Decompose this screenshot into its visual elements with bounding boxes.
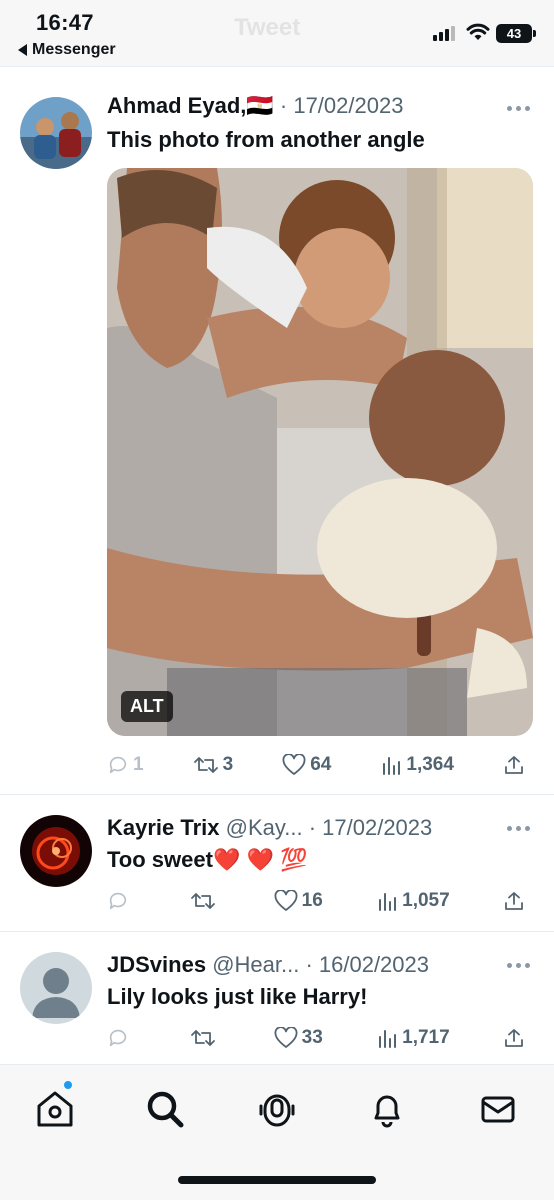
reply-count: 1 bbox=[133, 754, 144, 775]
retweet-icon bbox=[191, 1030, 216, 1046]
views-button[interactable]: 1,364 bbox=[380, 754, 454, 776]
retweet-icon bbox=[193, 757, 218, 773]
tweet[interactable]: Kayrie Trix @Kay... · 17/02/2023 Too swe… bbox=[0, 795, 554, 932]
bell-icon bbox=[374, 1095, 400, 1128]
tweet-date: · 16/02/2023 bbox=[305, 952, 429, 977]
author-handle[interactable]: @Hear... bbox=[212, 952, 299, 977]
back-to-messenger-link[interactable]: Messenger bbox=[18, 41, 116, 59]
retweet-icon bbox=[191, 893, 216, 909]
tweet-actions: 33 1,717 bbox=[107, 1023, 533, 1053]
reply-icon bbox=[109, 892, 127, 910]
tweet-text: Lily looks just like Harry! bbox=[107, 984, 368, 1009]
heart-icon bbox=[274, 890, 298, 911]
tweet[interactable]: Ahmad Eyad,🇪🇬 · 17/02/2023 This photo fr… bbox=[0, 66, 554, 795]
battery-icon: 43 bbox=[496, 24, 536, 43]
wifi-icon bbox=[466, 23, 490, 40]
tweet-header: JDSvines @Hear... · 16/02/2023 bbox=[107, 952, 429, 978]
analytics-icon bbox=[379, 893, 397, 911]
share-icon bbox=[505, 1029, 523, 1047]
like-count: 16 bbox=[301, 890, 323, 911]
like-count: 33 bbox=[301, 1027, 323, 1048]
share-button[interactable] bbox=[503, 754, 533, 776]
author-handle[interactable]: @Kay... bbox=[226, 815, 303, 840]
like-button[interactable]: 33 bbox=[274, 1027, 323, 1049]
header-title: Tweet bbox=[234, 14, 301, 41]
analytics-icon bbox=[379, 1030, 397, 1048]
tweet-text: This photo from another angle bbox=[107, 127, 425, 152]
more-options-icon[interactable] bbox=[507, 963, 530, 968]
nav-search[interactable] bbox=[143, 1087, 187, 1131]
avatar[interactable] bbox=[20, 97, 92, 169]
author-name[interactable]: Ahmad Eyad,🇪🇬 bbox=[107, 93, 274, 118]
nav-messages[interactable] bbox=[476, 1087, 520, 1131]
nav-home[interactable] bbox=[33, 1087, 77, 1131]
reply-button[interactable]: 1 bbox=[107, 754, 144, 776]
tweet-date: · 17/02/2023 bbox=[308, 815, 433, 840]
tweet-text: Too sweet❤️ ❤️ 💯 bbox=[107, 847, 308, 872]
view-count: 1,364 bbox=[406, 754, 454, 775]
retweet-button[interactable] bbox=[190, 890, 220, 912]
like-button[interactable]: 16 bbox=[274, 890, 323, 912]
tweet-actions: 1 3 64 1,364 bbox=[107, 750, 533, 780]
like-button[interactable]: 64 bbox=[282, 754, 331, 776]
clock: 16:47 bbox=[36, 10, 94, 35]
home-indicator[interactable] bbox=[178, 1176, 376, 1184]
more-options-icon[interactable] bbox=[507, 826, 530, 831]
search-icon bbox=[147, 1091, 184, 1128]
share-icon bbox=[505, 756, 523, 774]
alt-text-badge[interactable]: ALT bbox=[121, 691, 173, 722]
spaces-icon bbox=[259, 1094, 295, 1127]
back-arrow-icon bbox=[18, 44, 27, 56]
reply-icon bbox=[109, 756, 127, 774]
heart-icon bbox=[282, 754, 306, 775]
mail-icon bbox=[481, 1096, 515, 1123]
tweet-header: Ahmad Eyad,🇪🇬 · 17/02/2023 bbox=[107, 93, 403, 119]
avatar[interactable] bbox=[20, 952, 92, 1024]
tweet-header: Kayrie Trix @Kay... · 17/02/2023 bbox=[107, 815, 432, 841]
status-bar: 16:47 Messenger Tweet 43 bbox=[0, 0, 554, 66]
cellular-signal-icon bbox=[433, 26, 455, 41]
tweet-actions: 16 1,057 bbox=[107, 886, 533, 916]
retweet-count: 3 bbox=[222, 754, 234, 775]
more-options-icon[interactable] bbox=[507, 106, 530, 111]
retweet-button[interactable] bbox=[190, 1027, 220, 1049]
tweet[interactable]: JDSvines @Hear... · 16/02/2023 Lily look… bbox=[0, 932, 554, 1064]
share-button[interactable] bbox=[503, 890, 533, 912]
avatar[interactable] bbox=[20, 815, 92, 887]
views-button[interactable]: 1,057 bbox=[376, 890, 450, 912]
author-name[interactable]: Kayrie Trix bbox=[107, 815, 220, 840]
nav-spaces[interactable] bbox=[255, 1087, 299, 1131]
reply-icon bbox=[109, 1029, 127, 1047]
reply-button[interactable] bbox=[107, 890, 137, 912]
share-button[interactable] bbox=[503, 1027, 533, 1049]
views-button[interactable]: 1,717 bbox=[376, 1027, 450, 1049]
view-count: 1,717 bbox=[402, 1027, 450, 1048]
nav-notifications[interactable] bbox=[365, 1087, 409, 1131]
tweet-photo[interactable]: ALT bbox=[107, 168, 533, 736]
tweet-date: · 17/02/2023 bbox=[279, 93, 404, 118]
heart-icon bbox=[274, 1027, 298, 1048]
view-count: 1,057 bbox=[402, 890, 450, 911]
analytics-icon bbox=[383, 757, 401, 775]
share-icon bbox=[505, 892, 523, 910]
home-icon bbox=[37, 1091, 73, 1127]
notification-dot bbox=[62, 1079, 74, 1091]
retweet-button[interactable]: 3 bbox=[193, 754, 234, 776]
default-profile-icon bbox=[20, 952, 92, 1024]
reply-button[interactable] bbox=[107, 1027, 137, 1049]
author-name[interactable]: JDSvines bbox=[107, 952, 206, 977]
like-count: 64 bbox=[310, 754, 332, 775]
back-label: Messenger bbox=[32, 41, 116, 58]
